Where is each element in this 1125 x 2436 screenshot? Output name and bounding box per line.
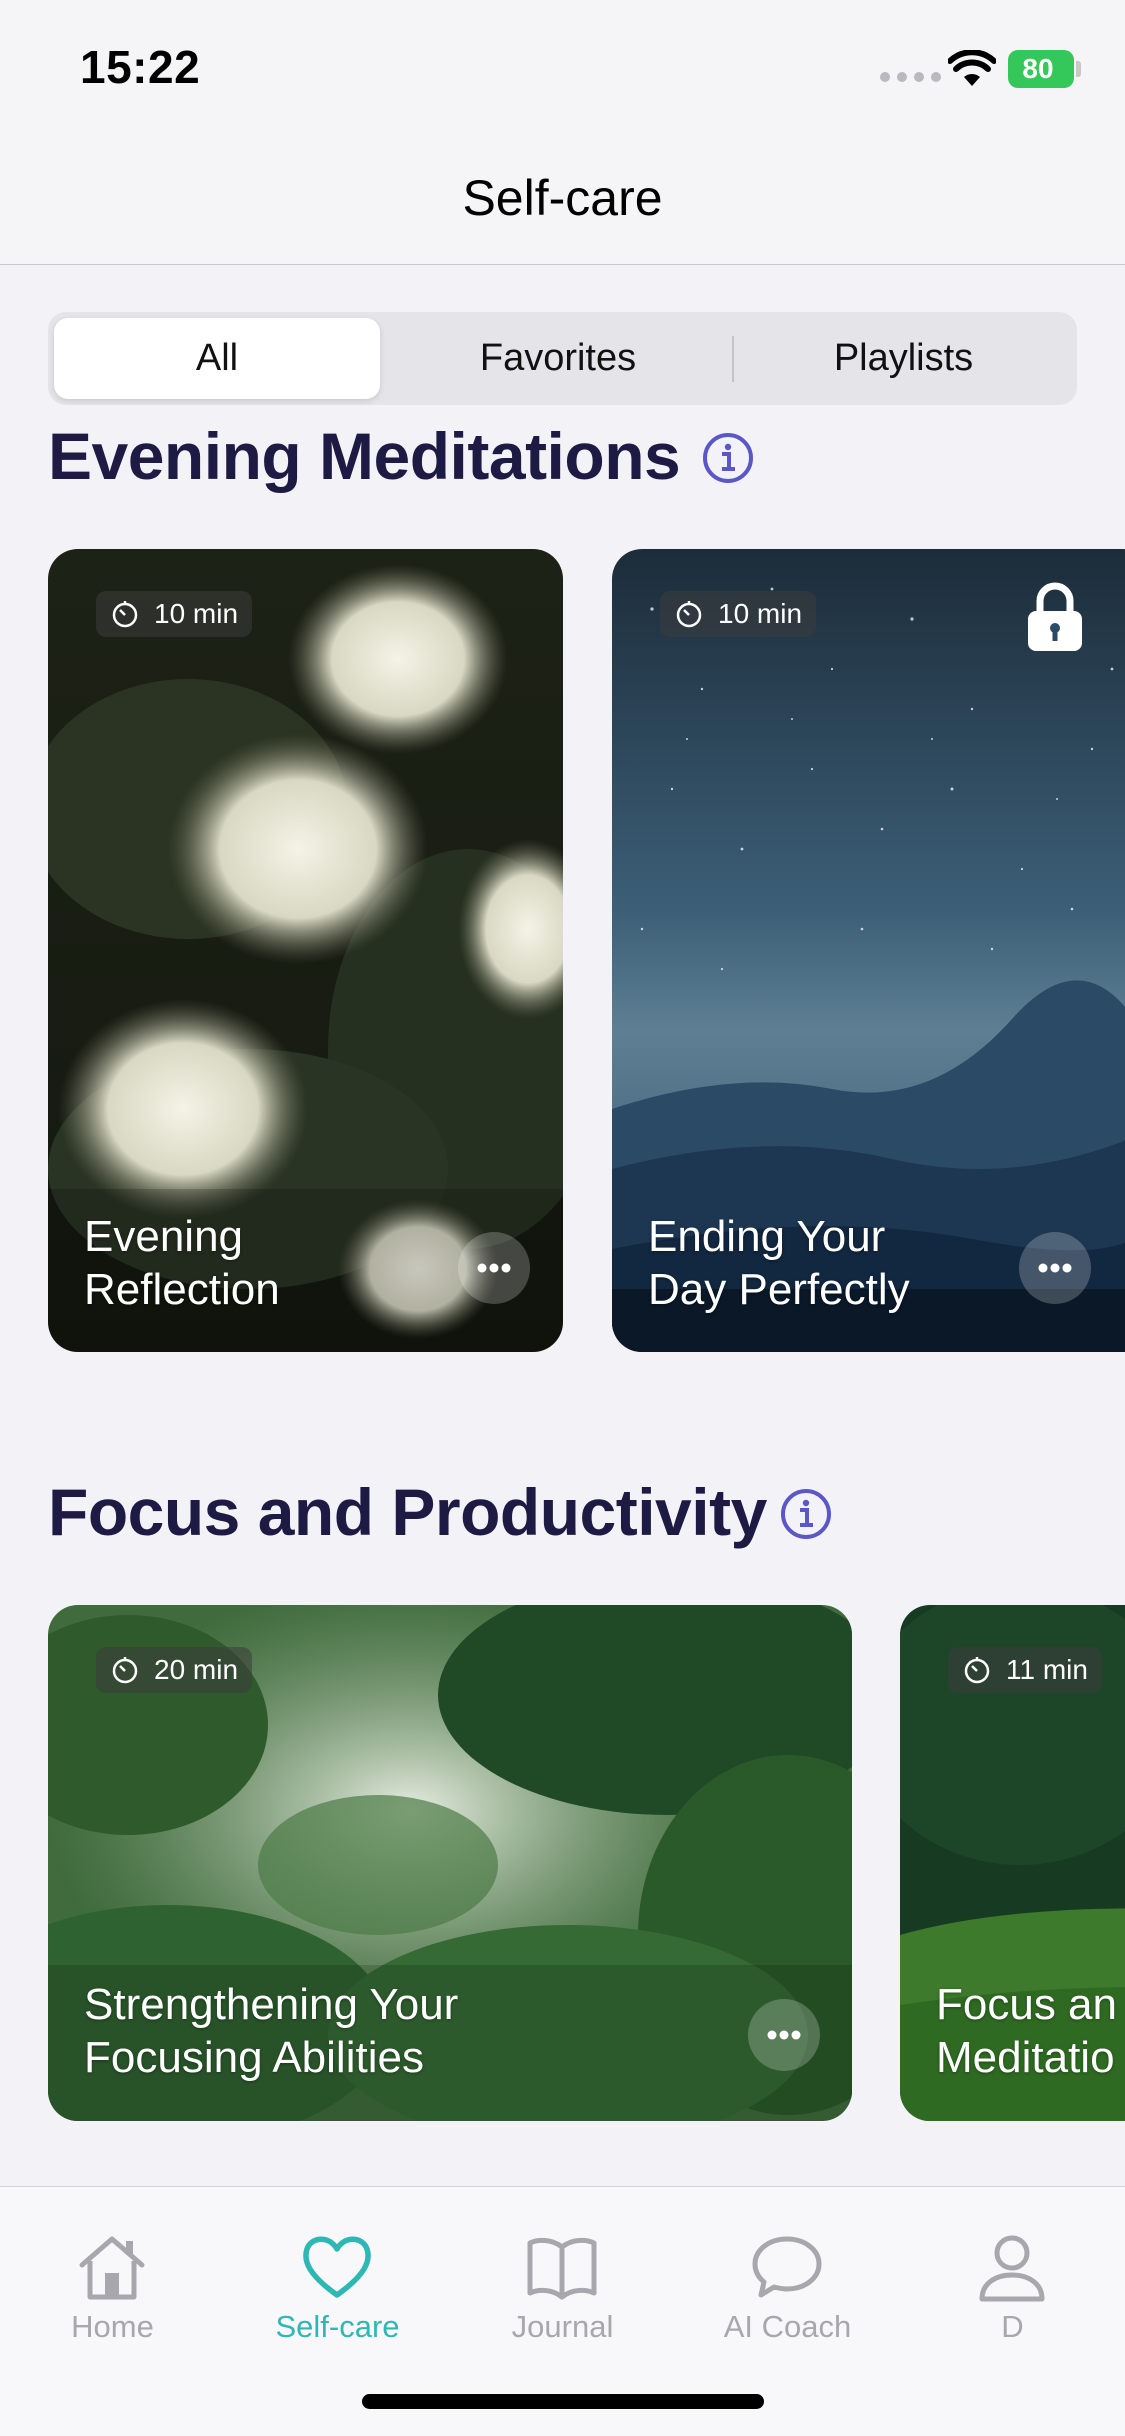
tab-self-care[interactable]: Self-care [225, 2187, 450, 2367]
more-options-button[interactable] [458, 1232, 530, 1304]
cellular-signal-icon [880, 72, 941, 82]
duration-label: 10 min [154, 598, 239, 629]
book-icon [527, 2237, 597, 2300]
segment-divider [732, 336, 734, 382]
meditation-card[interactable]: 10 min Evening Reflection [48, 549, 563, 1352]
segment-playlists[interactable]: Playlists [736, 318, 1071, 399]
screen: 15:22 80 Self-care All Favorites Playlis… [0, 0, 1125, 2436]
duration-label: 20 min [154, 1654, 239, 1685]
duration-badge: 10 min [660, 591, 817, 637]
heart-icon [303, 2236, 371, 2298]
meditation-card[interactable]: 11 min Focus an Meditatio [900, 1605, 1125, 2121]
meditation-card[interactable]: 10 min Ending Your Day Perfectly [612, 549, 1125, 1352]
battery-level: 80 [1022, 53, 1054, 84]
tab-journal[interactable]: Journal [450, 2187, 675, 2367]
section-title-focus-productivity: Focus and Productivity [48, 1475, 767, 1549]
timer-icon [112, 601, 138, 628]
card-title: Ending Your Day Perfectly [648, 1212, 910, 1314]
tab-home[interactable]: Home [0, 2187, 225, 2367]
status-time: 15:22 [80, 41, 201, 93]
section-title-evening-meditations: Evening Meditations [48, 419, 681, 493]
info-icon[interactable] [702, 432, 754, 484]
duration-badge: 10 min [96, 591, 253, 637]
tab-label: AI Coach [723, 2309, 852, 2344]
person-icon [979, 2235, 1045, 2302]
chat-bubble-icon [752, 2236, 822, 2298]
timer-icon [964, 1657, 990, 1684]
tab-label: Home [71, 2309, 154, 2344]
home-icon [79, 2236, 145, 2300]
segmented-control: All Favorites Playlists [48, 312, 1077, 405]
duration-label: 11 min [1006, 1654, 1088, 1685]
more-options-button[interactable] [748, 1999, 820, 2071]
tab-label: D [1001, 2309, 1024, 2344]
wifi-icon [948, 50, 996, 86]
info-icon[interactable] [780, 1488, 832, 1540]
card-title: Evening Reflection [84, 1212, 280, 1314]
ellipsis-icon [477, 1263, 511, 1273]
timer-icon [676, 601, 702, 628]
home-indicator [362, 2394, 764, 2409]
card-title: Strengthening Your Focusing Abilities [84, 1980, 459, 2082]
more-options-button[interactable] [1019, 1232, 1091, 1304]
tab-label: Self-care [275, 2309, 400, 2344]
ellipsis-icon [767, 2030, 801, 2040]
tab-label: Journal [511, 2309, 614, 2344]
duration-badge: 20 min [96, 1647, 253, 1693]
page-title: Self-care [462, 170, 663, 226]
ellipsis-icon [1038, 1263, 1072, 1273]
duration-badge: 11 min [948, 1647, 1102, 1693]
tab-profile[interactable]: D [900, 2187, 1125, 2367]
segment-favorites[interactable]: Favorites [386, 318, 730, 399]
duration-label: 10 min [718, 598, 803, 629]
timer-icon [112, 1657, 138, 1684]
segment-all[interactable]: All [54, 318, 380, 399]
nav-header: Self-care [0, 135, 1125, 265]
meditation-card[interactable]: 20 min Strengthening Your Focusing Abili… [48, 1605, 852, 2121]
tab-ai-coach[interactable]: AI Coach [675, 2187, 900, 2367]
battery-cap [1076, 61, 1081, 77]
lock-icon [1028, 582, 1082, 651]
status-bar: 15:22 80 [0, 0, 1125, 135]
battery-icon: 80 [1008, 50, 1074, 88]
card-title: Focus an Meditatio [936, 1980, 1117, 2082]
